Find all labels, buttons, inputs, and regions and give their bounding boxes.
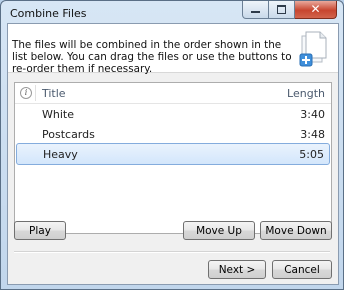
play-button[interactable]: Play bbox=[14, 221, 66, 240]
minimize-icon bbox=[251, 11, 260, 13]
caption-buttons: ✕ bbox=[242, 1, 337, 19]
item-title: White bbox=[42, 108, 74, 121]
list-item-selected[interactable]: Heavy 5:05 bbox=[16, 143, 330, 165]
column-header-title[interactable]: Title bbox=[42, 87, 66, 100]
close-button[interactable]: ✕ bbox=[295, 1, 337, 19]
file-list[interactable]: i Title Length White 3:40 Postcards 3:48… bbox=[14, 82, 332, 234]
list-header: i Title Length bbox=[15, 83, 331, 104]
info-icon[interactable]: i bbox=[20, 87, 32, 99]
minimize-button[interactable] bbox=[242, 1, 269, 19]
window-title: Combine Files bbox=[10, 7, 87, 20]
list-item[interactable]: Postcards 3:48 bbox=[16, 124, 330, 144]
column-divider bbox=[35, 85, 36, 101]
item-length: 3:48 bbox=[300, 128, 325, 141]
title-bar[interactable]: Combine Files ✕ bbox=[1, 1, 343, 23]
item-length: 3:40 bbox=[300, 108, 325, 121]
move-up-button[interactable]: Move Up bbox=[183, 221, 255, 240]
maximize-icon bbox=[277, 5, 286, 14]
maximize-button[interactable] bbox=[269, 1, 295, 19]
item-length: 5:05 bbox=[299, 148, 324, 161]
column-header-length[interactable]: Length bbox=[287, 87, 325, 100]
document-add-icon bbox=[299, 31, 327, 67]
item-title: Postcards bbox=[42, 128, 95, 141]
separator bbox=[14, 251, 330, 253]
dialog-body: The files will be combined in the order … bbox=[7, 23, 339, 285]
dialog-header: The files will be combined in the order … bbox=[8, 24, 338, 75]
move-down-button[interactable]: Move Down bbox=[260, 221, 332, 240]
instructions-text: The files will be combined in the order … bbox=[12, 39, 292, 75]
cancel-button[interactable]: Cancel bbox=[272, 260, 332, 279]
item-title: Heavy bbox=[43, 148, 78, 161]
next-button[interactable]: Next > bbox=[208, 260, 266, 279]
combine-files-dialog: Combine Files ✕ The files will be combin… bbox=[0, 0, 344, 290]
close-icon: ✕ bbox=[310, 2, 321, 16]
list-item[interactable]: White 3:40 bbox=[16, 104, 330, 124]
